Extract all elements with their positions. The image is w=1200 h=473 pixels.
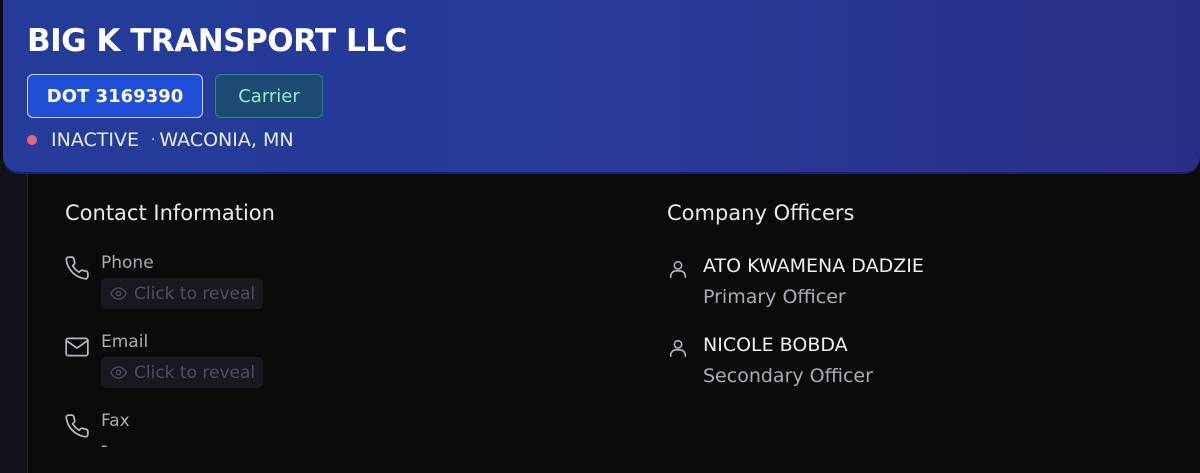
status-row: INACTIVE · WACONIA, MN (27, 128, 294, 152)
carrier-profile-page: BIG K TRANSPORT LLC DOT 3169390 Carrier … (0, 0, 1200, 473)
status-text: INACTIVE (51, 129, 139, 151)
carrier-type-badge: Carrier (215, 74, 323, 118)
phone-icon (64, 413, 90, 439)
dot-number-badge[interactable]: DOT 3169390 (27, 74, 203, 118)
contact-section-title: Contact Information (65, 201, 275, 225)
mail-icon (64, 334, 90, 360)
fax-label: Fax (101, 411, 130, 431)
eye-icon (110, 366, 127, 379)
status-dot-icon (27, 135, 37, 145)
officer-role: Secondary Officer (703, 365, 873, 387)
company-header: BIG K TRANSPORT LLC DOT 3169390 Carrier … (3, 0, 1200, 172)
user-icon (667, 337, 689, 359)
phone-label: Phone (101, 253, 154, 273)
email-reveal-button[interactable]: Click to reveal (101, 357, 263, 388)
company-name: BIG K TRANSPORT LLC (27, 23, 407, 59)
eye-icon (110, 287, 127, 300)
phone-icon (64, 255, 90, 281)
officer-role: Primary Officer (703, 286, 846, 308)
officer-name: NICOLE BOBDA (703, 334, 848, 356)
email-label: Email (101, 332, 149, 352)
officer-name: ATO KWAMENA DADZIE (703, 255, 924, 277)
email-reveal-label: Click to reveal (134, 362, 256, 383)
phone-reveal-button[interactable]: Click to reveal (101, 278, 263, 309)
user-icon (667, 258, 689, 280)
phone-reveal-label: Click to reveal (134, 283, 256, 304)
sidebar-rail (0, 160, 28, 473)
status-separator: · (150, 132, 156, 148)
fax-value: - (101, 435, 108, 456)
location-text: WACONIA, MN (159, 129, 294, 151)
officers-section-title: Company Officers (667, 201, 855, 225)
